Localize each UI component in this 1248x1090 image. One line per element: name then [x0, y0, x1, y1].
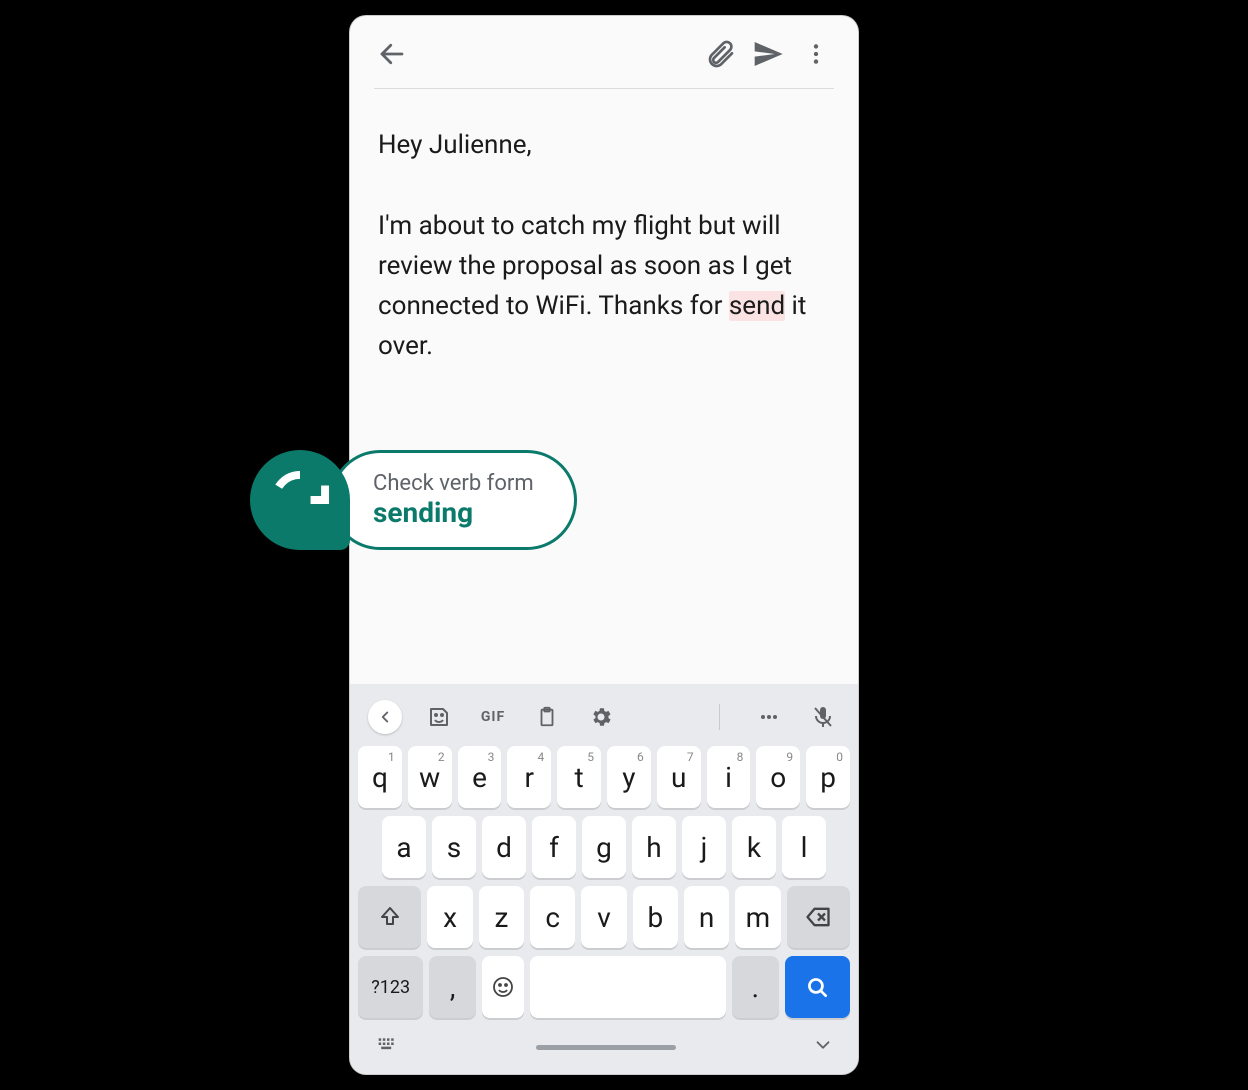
send-icon[interactable]: [750, 36, 786, 72]
key-s[interactable]: s: [432, 816, 476, 878]
suggestion-title: Check verb form: [373, 471, 534, 496]
key-u[interactable]: u7: [657, 746, 701, 808]
key-z[interactable]: z: [479, 886, 524, 948]
search-key[interactable]: [785, 956, 850, 1018]
soft-keyboard: GIF q1w2e3r4t5y6u7i8o9p0 asdfghjkl xzcvb…: [350, 684, 858, 1074]
back-icon[interactable]: [374, 36, 410, 72]
android-navbar: [356, 1026, 852, 1070]
keyboard-row-1: q1w2e3r4t5y6u7i8o9p0: [356, 746, 852, 808]
sticker-icon[interactable]: [422, 700, 456, 734]
keyboard-switch-icon[interactable]: [374, 1035, 400, 1059]
key-e[interactable]: e3: [458, 746, 502, 808]
key-f[interactable]: f: [532, 816, 576, 878]
compose-toolbar: [350, 16, 858, 88]
settings-icon[interactable]: [584, 700, 618, 734]
key-x[interactable]: x: [427, 886, 472, 948]
compose-body[interactable]: Hey Julienne, I'm about to catch my flig…: [350, 89, 858, 684]
space-key[interactable]: [530, 956, 726, 1018]
kb-toolbar-separator: [719, 704, 720, 730]
period-key[interactable]: .: [732, 956, 779, 1018]
key-r[interactable]: r4: [507, 746, 551, 808]
key-n[interactable]: n: [684, 886, 729, 948]
mic-off-icon[interactable]: [806, 700, 840, 734]
key-w[interactable]: w2: [408, 746, 452, 808]
key-d[interactable]: d: [482, 816, 526, 878]
key-c[interactable]: c: [530, 886, 575, 948]
key-l[interactable]: l: [782, 816, 826, 878]
key-b[interactable]: b: [633, 886, 678, 948]
suggestion-pill[interactable]: Check verb form sending: [330, 450, 577, 550]
symbols-key[interactable]: ?123: [358, 956, 423, 1018]
more-icon[interactable]: [798, 36, 834, 72]
kb-collapse-icon[interactable]: [368, 700, 402, 734]
key-q[interactable]: q1: [358, 746, 402, 808]
key-v[interactable]: v: [581, 886, 626, 948]
key-g[interactable]: g: [582, 816, 626, 878]
key-o[interactable]: o9: [756, 746, 800, 808]
key-t[interactable]: t5: [557, 746, 601, 808]
shift-key[interactable]: [358, 886, 421, 948]
keyboard-row-4: ?123 , .: [356, 956, 852, 1018]
key-p[interactable]: p0: [806, 746, 850, 808]
keyboard-row-3: xzcvbnm: [356, 886, 852, 948]
attach-icon[interactable]: [702, 36, 738, 72]
key-j[interactable]: j: [682, 816, 726, 878]
greeting-text: Hey Julienne,: [378, 125, 830, 165]
comma-key[interactable]: ,: [429, 956, 476, 1018]
nav-home-pill[interactable]: [536, 1045, 676, 1050]
key-y[interactable]: y6: [607, 746, 651, 808]
key-m[interactable]: m: [735, 886, 780, 948]
key-h[interactable]: h: [632, 816, 676, 878]
key-a[interactable]: a: [382, 816, 426, 878]
kb-more-icon[interactable]: [752, 700, 786, 734]
gif-icon[interactable]: GIF: [476, 700, 510, 734]
emoji-key[interactable]: [482, 956, 524, 1018]
key-k[interactable]: k: [732, 816, 776, 878]
backspace-key[interactable]: [787, 886, 850, 948]
keyboard-row-2: asdfghjkl: [356, 816, 852, 878]
grammar-suggestion-popup[interactable]: Check verb form sending: [250, 450, 577, 550]
keyboard-toolbar: GIF: [356, 694, 852, 738]
grammar-error-word[interactable]: send: [729, 291, 785, 321]
clipboard-icon[interactable]: [530, 700, 564, 734]
key-i[interactable]: i8: [707, 746, 751, 808]
suggestion-word: sending: [373, 496, 534, 529]
grammarly-icon: [250, 450, 350, 550]
keyboard-hide-icon[interactable]: [812, 1034, 834, 1060]
